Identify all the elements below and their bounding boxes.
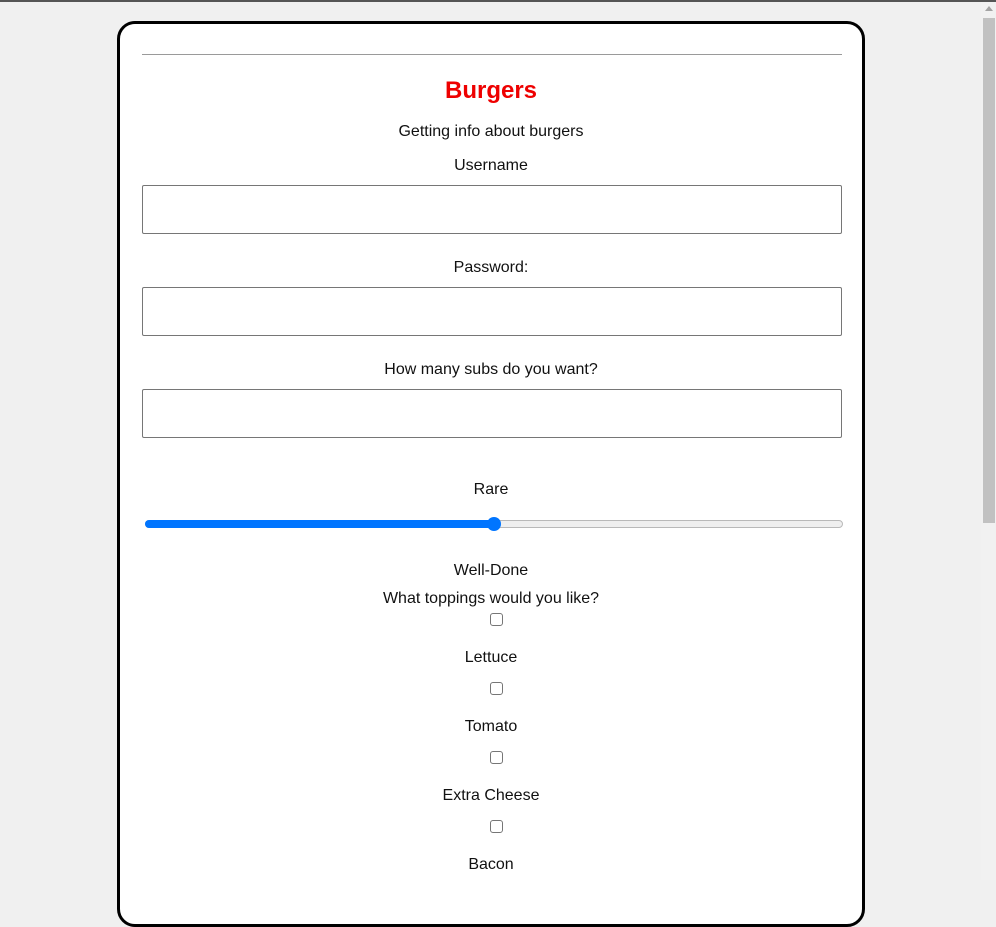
- burger-form-card: Burgers Getting info about burgers Usern…: [117, 21, 865, 927]
- username-label: Username: [454, 157, 528, 174]
- top-divider: [142, 54, 842, 55]
- tomato-label: Tomato: [464, 718, 518, 735]
- password-label: Password:: [453, 259, 529, 276]
- page-subtitle: Getting info about burgers: [398, 123, 584, 140]
- doneness-min-label: Rare: [473, 481, 509, 498]
- tomato-checkbox[interactable]: [490, 682, 503, 695]
- doneness-max-label: Well-Done: [453, 562, 529, 579]
- extra-cheese-checkbox[interactable]: [490, 751, 503, 764]
- doneness-slider-fill: [145, 520, 494, 528]
- password-input[interactable]: [142, 287, 842, 336]
- scroll-up-arrow-icon[interactable]: [985, 6, 993, 11]
- extra-cheese-label: Extra Cheese: [442, 787, 540, 804]
- page-title: Burgers: [444, 77, 538, 104]
- browser-top-edge: [0, 0, 996, 2]
- username-input[interactable]: [142, 185, 842, 234]
- toppings-question: What toppings would you like?: [382, 590, 600, 607]
- subs-quantity-input[interactable]: [142, 389, 842, 438]
- doneness-slider-thumb[interactable]: [487, 517, 501, 531]
- bacon-checkbox[interactable]: [490, 820, 503, 833]
- lettuce-checkbox[interactable]: [490, 613, 503, 626]
- bacon-label: Bacon: [468, 856, 514, 873]
- lettuce-label: Lettuce: [464, 649, 518, 666]
- subs-label: How many subs do you want?: [384, 361, 598, 378]
- scrollbar-thumb[interactable]: [983, 18, 995, 523]
